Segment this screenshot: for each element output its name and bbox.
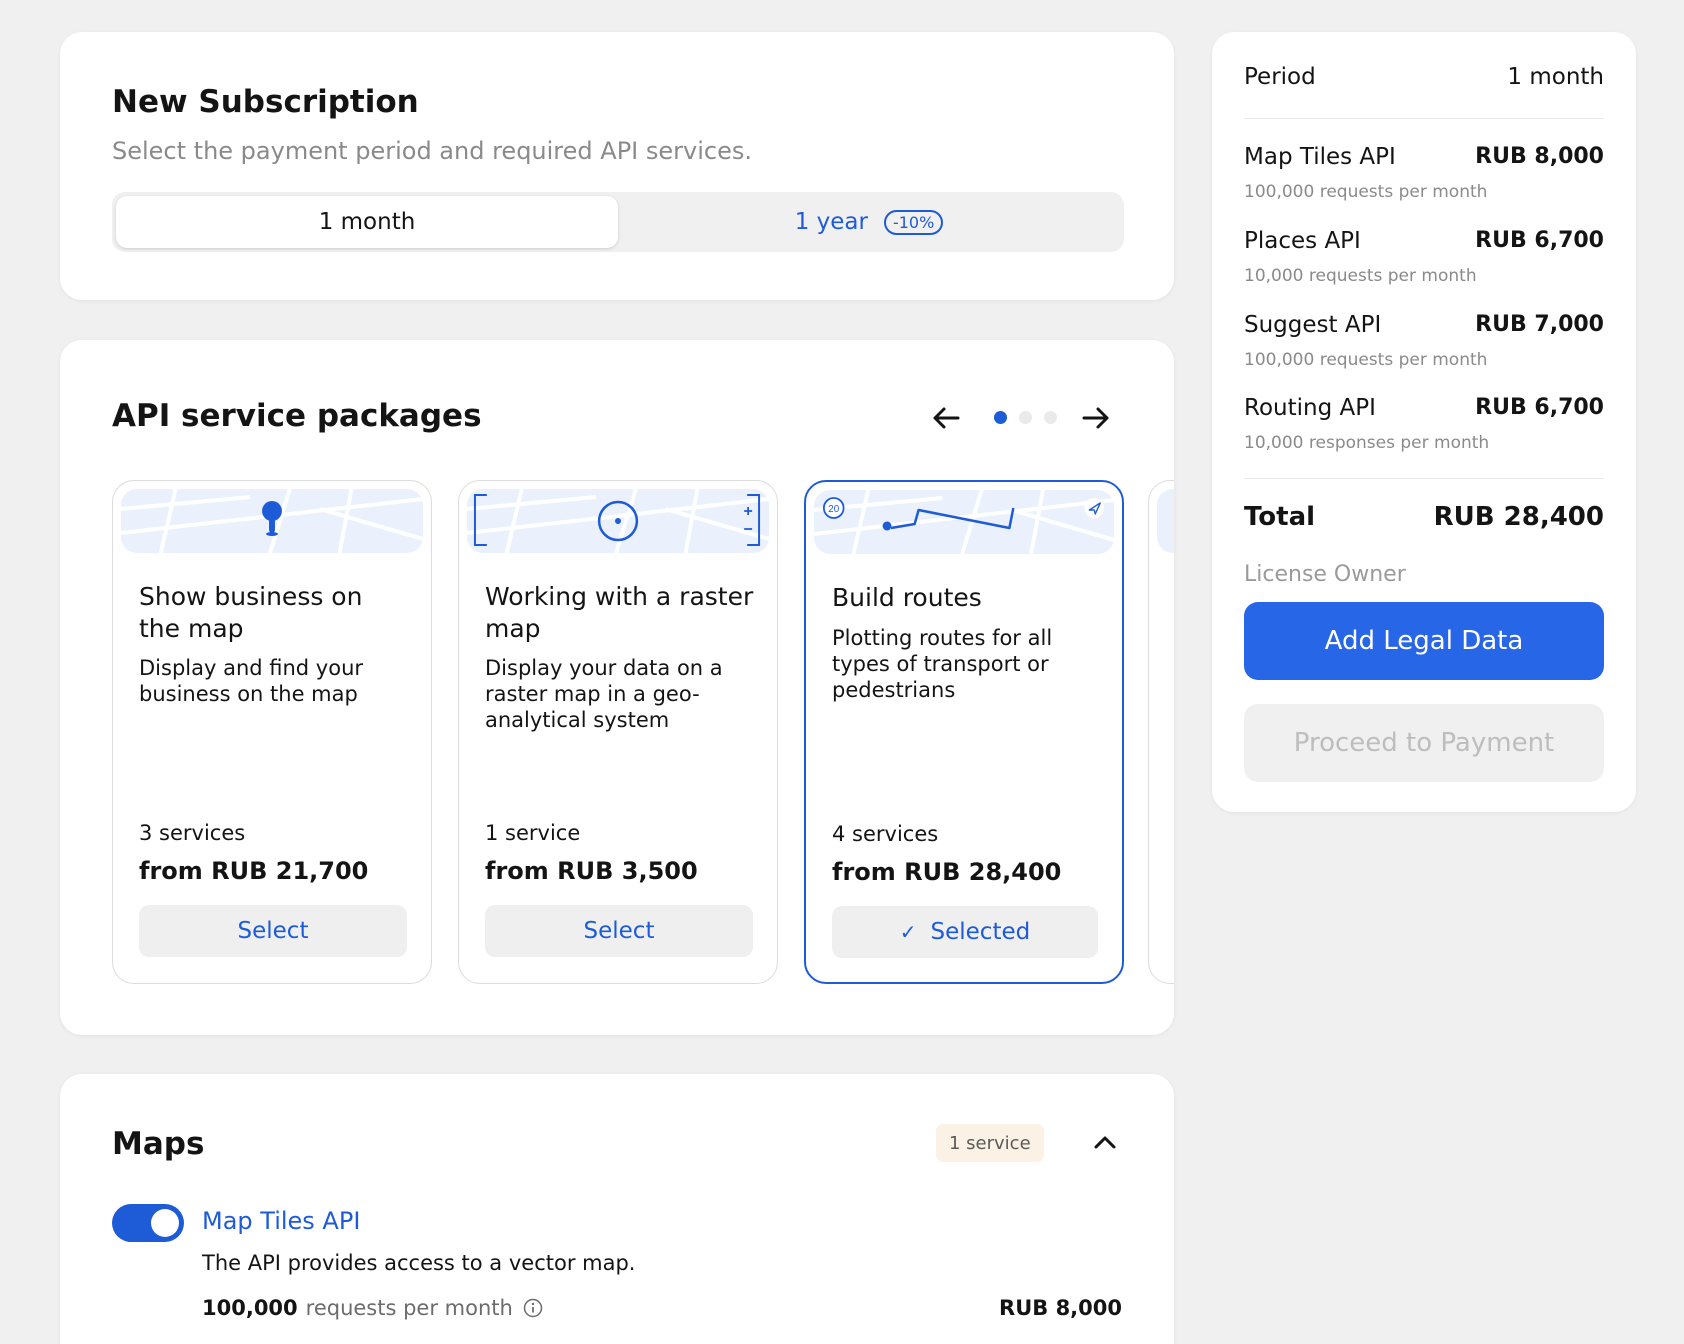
checkmark-icon: ✓ — [899, 920, 917, 944]
package-illustration: 20 — [814, 490, 1114, 554]
package-card: Show business on the map Display and fin… — [112, 480, 432, 984]
service-quota: 100,000 requests per month — [202, 1296, 543, 1320]
divider — [1244, 478, 1604, 479]
period-label: Period — [1244, 64, 1316, 90]
period-option-year-label: 1 year — [794, 209, 868, 235]
line-quota: 100,000 requests per month — [1244, 182, 1488, 202]
line-quota: 10,000 requests per month — [1244, 266, 1477, 286]
line-name: Map Tiles API — [1244, 144, 1396, 170]
pager-dot[interactable] — [1019, 411, 1032, 424]
service-name-link[interactable]: Map Tiles API — [202, 1207, 360, 1235]
package-description: Display your data on a raster map in a g… — [485, 656, 723, 732]
service-description: The API provides access to a vector map. — [202, 1251, 636, 1275]
package-illustration — [1157, 489, 1174, 553]
subscription-title: New Subscription — [112, 84, 419, 120]
toggle-knob — [151, 1209, 179, 1237]
quota-value: 100,000 — [202, 1296, 298, 1320]
packages-card: API service packages Show business on th… — [60, 340, 1174, 1035]
select-button-label: Selected — [930, 919, 1031, 945]
route-badge-number: 20 — [828, 504, 839, 515]
pager-dot[interactable] — [994, 411, 1007, 424]
period-selector: 1 month 1 year -10% — [112, 192, 1124, 252]
summary-line: Places API RUB 6,700 — [1244, 228, 1604, 254]
packages-title: API service packages — [112, 398, 482, 434]
package-service-count: 4 services — [832, 822, 939, 846]
add-legal-data-button[interactable]: Add Legal Data — [1244, 602, 1604, 680]
maps-title: Maps — [112, 1126, 205, 1162]
quota-unit: requests per month — [305, 1296, 513, 1320]
package-illustration — [121, 489, 423, 553]
package-card-next-peek[interactable] — [1148, 480, 1174, 984]
package-title: Build routes — [832, 583, 982, 612]
line-quota: 10,000 responses per month — [1244, 433, 1490, 453]
divider — [1244, 118, 1604, 119]
service-count-badge: 1 service — [936, 1124, 1044, 1162]
maps-section: Maps 1 service Map Tiles API The API pro… — [60, 1074, 1174, 1344]
subscription-subtitle: Select the payment period and required A… — [112, 137, 752, 165]
summary-period-row: Period 1 month — [1244, 64, 1604, 90]
pager-dots — [994, 411, 1057, 424]
package-price: from RUB 21,700 — [139, 857, 369, 885]
line-name: Places API — [1244, 228, 1361, 254]
select-button-label: Select — [583, 918, 655, 944]
period-option-year[interactable]: 1 year -10% — [618, 196, 1120, 248]
package-title: Working with a raster map — [485, 582, 754, 643]
line-name: Routing API — [1244, 395, 1376, 421]
package-price: from RUB 3,500 — [485, 857, 698, 885]
page: New Subscription Select the payment peri… — [0, 0, 1684, 1344]
total-label: Total — [1244, 502, 1316, 532]
pager-dot[interactable] — [1044, 411, 1057, 424]
select-package-button[interactable]: Select — [139, 905, 407, 957]
zoom-controls-icon — [744, 507, 753, 530]
total-value: RUB 28,400 — [1433, 502, 1604, 532]
package-illustration — [467, 489, 769, 553]
summary-total-row: Total RUB 28,400 — [1244, 502, 1604, 532]
line-price: RUB 7,000 — [1475, 312, 1604, 337]
info-icon[interactable] — [523, 1298, 543, 1318]
package-service-count: 1 service — [485, 821, 581, 845]
period-value: 1 month — [1507, 64, 1604, 90]
arrow-left-icon[interactable] — [928, 400, 964, 436]
crosshair-icon — [597, 500, 639, 542]
summary-line: Routing API RUB 6,700 — [1244, 395, 1604, 421]
chevron-up-icon[interactable] — [1088, 1126, 1122, 1160]
discount-badge: -10% — [883, 209, 944, 235]
package-title: Show business on the map — [139, 582, 363, 643]
package-service-count: 3 services — [139, 821, 246, 845]
package-description: Plotting routes for all types of transpo… — [832, 626, 1053, 702]
select-package-button[interactable]: Select — [485, 905, 753, 957]
service-price: RUB 8,000 — [999, 1296, 1122, 1320]
package-price: from RUB 28,400 — [832, 858, 1062, 886]
summary-line: Map Tiles API RUB 8,000 — [1244, 144, 1604, 170]
line-price: RUB 6,700 — [1475, 395, 1604, 420]
line-quota: 100,000 requests per month — [1244, 350, 1488, 370]
arrow-right-icon[interactable] — [1078, 400, 1114, 436]
line-name: Suggest API — [1244, 312, 1382, 338]
navigation-icon — [1084, 498, 1105, 518]
subscription-card: New Subscription Select the payment peri… — [60, 32, 1174, 300]
package-card-selected: 20 Build routes Plotting routes for all … — [804, 480, 1124, 984]
select-button-label: Select — [237, 918, 309, 944]
proceed-to-payment-button: Proceed to Payment — [1244, 704, 1604, 782]
period-option-month-label: 1 month — [318, 209, 416, 235]
period-option-month[interactable]: 1 month — [116, 196, 618, 248]
summary-line: Suggest API RUB 7,000 — [1244, 312, 1604, 338]
package-description: Display and find your business on the ma… — [139, 656, 364, 706]
license-owner-label: License Owner — [1244, 562, 1406, 587]
order-summary: Period 1 month Map Tiles API RUB 8,000 1… — [1212, 32, 1636, 812]
service-toggle[interactable] — [112, 1204, 184, 1242]
line-price: RUB 6,700 — [1475, 228, 1604, 253]
selected-package-button[interactable]: ✓ Selected — [832, 906, 1098, 958]
package-card: Working with a raster map Display your d… — [458, 480, 778, 984]
line-price: RUB 8,000 — [1475, 144, 1604, 169]
